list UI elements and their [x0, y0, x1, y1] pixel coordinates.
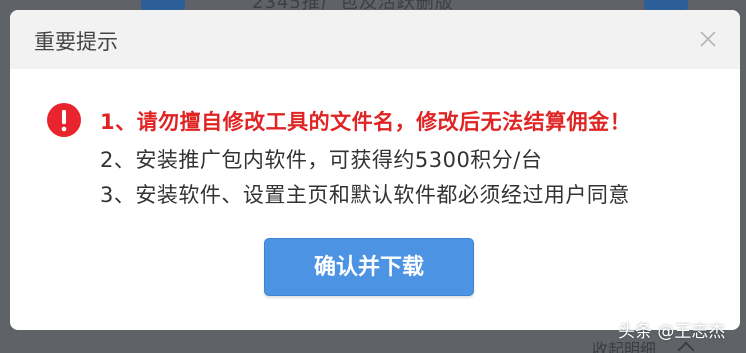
background-column-header	[644, 0, 688, 10]
dialog-title: 重要提示	[34, 30, 118, 54]
important-notice-dialog: 重要提示 1、请勿擅自修改工具的文件名，修改后无法结算佣金！ 2、安装推广包内软…	[10, 10, 740, 330]
notice-line-reward: 2、安装推广包内软件，可获得约5300积分/台	[100, 148, 543, 172]
watermark: 头条 @王志杰	[618, 322, 726, 342]
notice-line-consent: 3、安装软件、设置主页和默认软件都必须经过用户同意	[100, 183, 630, 207]
chevron-up-icon	[677, 341, 695, 353]
notice-line-warning: 1、请勿擅自修改工具的文件名，修改后无法结算佣金！	[100, 110, 632, 134]
confirm-download-button[interactable]: 确认并下载	[264, 238, 474, 296]
close-icon[interactable]	[693, 24, 723, 54]
dialog-header: 重要提示	[10, 10, 740, 69]
exclamation-circle-icon	[47, 103, 81, 137]
background-column-header	[141, 0, 185, 10]
